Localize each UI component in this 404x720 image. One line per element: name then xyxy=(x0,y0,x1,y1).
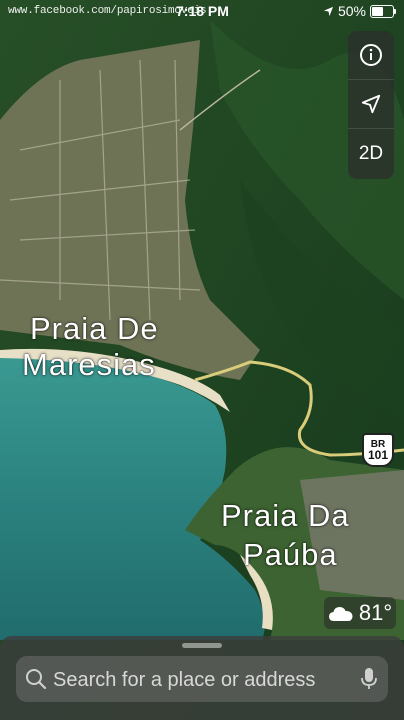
info-icon xyxy=(360,44,382,66)
map-controls: 2D xyxy=(348,31,394,179)
cloud-icon xyxy=(328,607,353,621)
temperature: 81° xyxy=(358,600,393,625)
view-mode-label: 2D xyxy=(358,142,384,164)
label-praia-de-maresias-line2[interactable]: Maresias xyxy=(22,348,156,381)
label-praia-da-pauba-line2[interactable]: Paúba xyxy=(243,538,338,571)
status-right: 50% xyxy=(323,3,396,19)
sheet-grabber[interactable] xyxy=(182,643,222,648)
location-services-icon xyxy=(323,6,334,16)
info-button[interactable] xyxy=(348,31,394,80)
weather-badge[interactable]: 81° xyxy=(324,597,396,629)
label-praia-da-pauba-line1[interactable]: Praia Da xyxy=(221,499,350,532)
search-bar[interactable]: Search for a place or address xyxy=(16,656,388,702)
location-arrow-icon xyxy=(361,94,381,114)
highway-shield[interactable]: BR 101 xyxy=(362,433,394,467)
battery-icon xyxy=(370,4,396,18)
status-bar: www.facebook.com/papirosimoveis 7:18 PM … xyxy=(0,0,404,24)
search-icon xyxy=(26,669,47,690)
bottom-sheet[interactable]: Search for a place or address xyxy=(0,636,404,720)
status-time: 7:18 PM xyxy=(176,3,229,19)
microphone-icon[interactable] xyxy=(361,667,377,691)
search-placeholder: Search for a place or address xyxy=(53,669,316,691)
view-mode-button[interactable]: 2D xyxy=(348,129,394,178)
location-button[interactable] xyxy=(348,80,394,129)
shield-number: 101 xyxy=(367,448,389,462)
label-praia-de-maresias-line1[interactable]: Praia De xyxy=(30,312,159,345)
battery-percent: 50% xyxy=(337,3,366,19)
